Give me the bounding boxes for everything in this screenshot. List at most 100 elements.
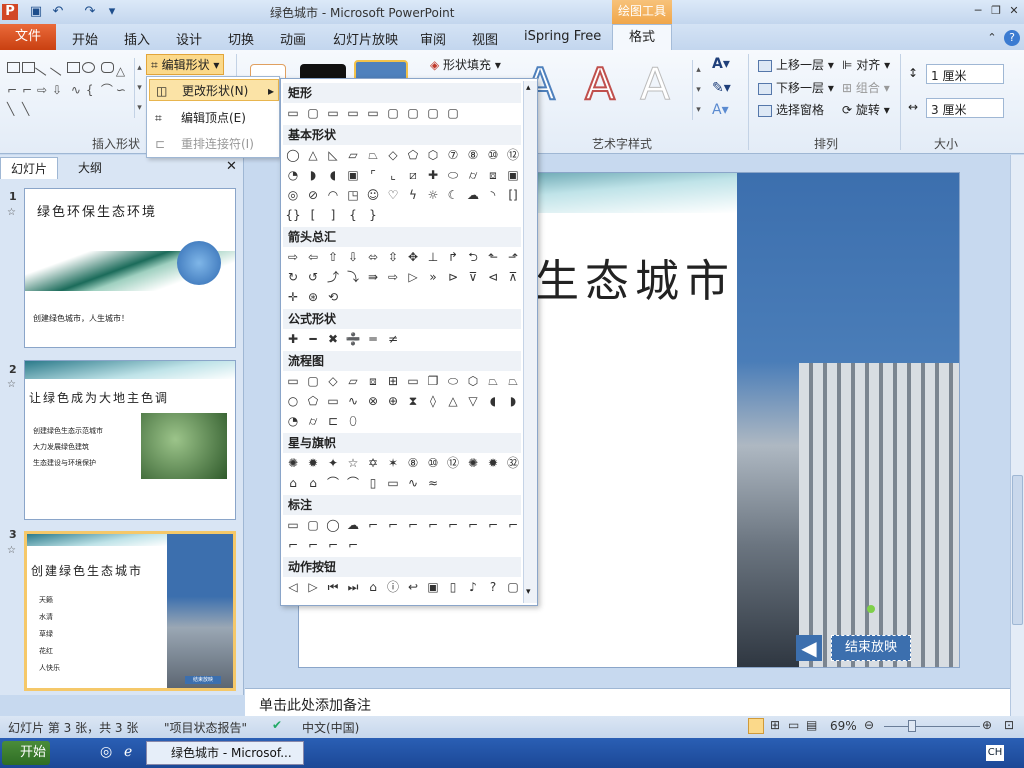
- double-bracket-icon[interactable]: []: [505, 187, 521, 203]
- rounded-callout-icon[interactable]: ▢: [305, 517, 321, 533]
- theme-name[interactable]: "项目状态报告": [164, 719, 247, 736]
- curve-icon[interactable]: ∿: [71, 81, 84, 97]
- menu-edit-points[interactable]: ⌗ 编辑顶点(E): [149, 107, 279, 129]
- striped-arrow-icon[interactable]: ⇛: [365, 269, 381, 285]
- wordart-gallery-scroll[interactable]: ▴ ▾ ▾: [692, 60, 704, 120]
- freeform-icon[interactable]: ∽: [116, 81, 129, 97]
- rotation-handle[interactable]: [867, 605, 875, 613]
- help-icon[interactable]: ?: [1004, 30, 1020, 46]
- pentagon-arrow-icon[interactable]: ▷: [405, 269, 421, 285]
- bent-up-arrow-icon[interactable]: ⬏: [505, 249, 521, 265]
- tab-animations[interactable]: 动画: [280, 29, 306, 48]
- zoom-in-icon[interactable]: ⊕: [982, 718, 992, 732]
- heart-icon[interactable]: ♡: [385, 187, 401, 203]
- document-icon[interactable]: ▭: [405, 373, 421, 389]
- tab-format[interactable]: 格式: [612, 24, 672, 52]
- shape-rect-icon[interactable]: ▭: [285, 105, 301, 121]
- double-brace-icon[interactable]: {}: [285, 207, 301, 223]
- wordart-style-2[interactable]: A: [584, 59, 616, 111]
- tab-design[interactable]: 设计: [176, 29, 202, 48]
- predefined-process-icon[interactable]: ⧈: [365, 373, 381, 389]
- wave-icon[interactable]: ∿: [405, 475, 421, 491]
- action-info-icon[interactable]: ⓘ: [385, 579, 401, 595]
- data-icon[interactable]: ▱: [345, 373, 361, 389]
- chord-icon[interactable]: ◗: [305, 167, 321, 183]
- elbow-icon[interactable]: ⌐: [7, 81, 20, 97]
- magnetic-disk-icon[interactable]: ⌭: [305, 413, 321, 429]
- action-sound-icon[interactable]: ♪: [465, 579, 481, 595]
- octagon-icon[interactable]: ⑧: [465, 147, 481, 163]
- offpage-connector-icon[interactable]: ⬠: [305, 393, 321, 409]
- minimize-icon[interactable]: ─: [970, 3, 986, 19]
- action-beginning-icon[interactable]: ⏮: [325, 579, 341, 595]
- gallery-scrollbar[interactable]: ▴ ▾: [523, 81, 537, 603]
- explosion2-icon[interactable]: ✹: [305, 455, 321, 471]
- line-callout12-icon[interactable]: ⌐: [345, 537, 361, 553]
- left-right-arrow-icon[interactable]: ⬄: [365, 249, 381, 265]
- text-fill-icon[interactable]: A▾: [712, 56, 730, 72]
- equal-icon[interactable]: ═: [365, 331, 381, 347]
- u-turn-arrow-icon[interactable]: ⮌: [465, 249, 481, 265]
- oval-callout-icon[interactable]: ◯: [325, 517, 341, 533]
- arc-icon[interactable]: ⌒: [101, 81, 114, 97]
- curved-left-arrow-icon[interactable]: ↺: [305, 269, 321, 285]
- menu-reroute-connectors[interactable]: ⊏ 重排连接符(I): [149, 133, 279, 155]
- star12-icon[interactable]: ⑫: [445, 455, 461, 471]
- line-callout5-icon[interactable]: ⌐: [445, 517, 461, 533]
- group-button[interactable]: ⊞ 组合 ▾: [842, 79, 890, 96]
- down-arrow-icon[interactable]: ⇩: [345, 249, 361, 265]
- star24-icon[interactable]: ✹: [485, 455, 501, 471]
- diagonal-stripe-icon[interactable]: ⧄: [405, 167, 421, 183]
- merge-icon[interactable]: ▽: [465, 393, 481, 409]
- card-icon[interactable]: ▭: [325, 393, 341, 409]
- textbox-icon[interactable]: [22, 62, 35, 73]
- shape-snip3-rect-icon[interactable]: ▭: [365, 105, 381, 121]
- width-input[interactable]: 3 厘米: [926, 98, 1004, 118]
- rounded-rect-icon[interactable]: [100, 62, 114, 73]
- triangle-icon[interactable]: △: [305, 147, 321, 163]
- scroll-down-icon[interactable]: ▾: [526, 587, 531, 597]
- notched-arrow-icon[interactable]: ⇨: [385, 269, 401, 285]
- pentagon-icon[interactable]: ⬠: [405, 147, 421, 163]
- tab-insert[interactable]: 插入: [124, 29, 150, 48]
- shape-fill-button[interactable]: ◈ 形状填充 ▾: [430, 56, 501, 73]
- curved-down-arrow-icon[interactable]: ⤵: [345, 269, 361, 285]
- parallelogram-icon[interactable]: ▱: [345, 147, 361, 163]
- slide-thumbnail-1[interactable]: 绿色环保生态环境 创建绿色城市，人生城市！: [24, 188, 236, 348]
- selection-pane-button[interactable]: 选择窗格: [758, 101, 824, 118]
- down-arrow-icon[interactable]: ⇩: [52, 81, 65, 97]
- tab-ispring[interactable]: iSpring Free: [524, 29, 601, 44]
- brace-icon[interactable]: {: [86, 81, 99, 97]
- normal-view-icon[interactable]: [748, 718, 764, 734]
- cube-icon[interactable]: ⧈: [485, 167, 501, 183]
- manual-operation-icon[interactable]: ⏢: [505, 373, 521, 389]
- ime-indicator[interactable]: CH: [986, 745, 1004, 761]
- star6-icon[interactable]: ✡: [365, 455, 381, 471]
- up-down-arrow-icon[interactable]: ⇳: [385, 249, 401, 265]
- restore-icon[interactable]: ❐: [988, 3, 1004, 19]
- punched-tape-icon[interactable]: ∿: [345, 393, 361, 409]
- save-icon[interactable]: ▣: [28, 4, 44, 20]
- lightning-icon[interactable]: ϟ: [405, 187, 421, 203]
- divide-icon[interactable]: ➗: [345, 331, 361, 347]
- diamond-icon[interactable]: ◇: [385, 147, 401, 163]
- alt-process-icon[interactable]: ▢: [305, 373, 321, 389]
- tab-review[interactable]: 审阅: [420, 29, 446, 48]
- shape-round1-rect-icon[interactable]: ▢: [385, 105, 401, 121]
- align-button[interactable]: ⊫ 对齐 ▾: [842, 56, 890, 73]
- left-callout-arrow-icon[interactable]: ⊲: [485, 269, 501, 285]
- oval-icon[interactable]: [82, 62, 95, 73]
- tab-file[interactable]: 文件: [0, 24, 56, 50]
- line-callout4-icon[interactable]: ⌐: [425, 517, 441, 533]
- scroll-up-icon[interactable]: ▴: [526, 83, 531, 93]
- connector-icon[interactable]: ⌐: [22, 81, 35, 97]
- process-icon[interactable]: ▭: [285, 373, 301, 389]
- right-brace-icon[interactable]: }: [365, 207, 381, 223]
- vertical-scrollbar[interactable]: [1010, 155, 1024, 716]
- rect-icon[interactable]: [67, 62, 80, 73]
- horizontal-scroll-icon[interactable]: ▭: [385, 475, 401, 491]
- dodecagon-icon[interactable]: ⑫: [505, 147, 521, 163]
- direct-access-icon[interactable]: ⊏: [325, 413, 341, 429]
- end-show-button[interactable]: 结束放映: [831, 635, 911, 661]
- redo-icon[interactable]: ↷: [82, 4, 98, 20]
